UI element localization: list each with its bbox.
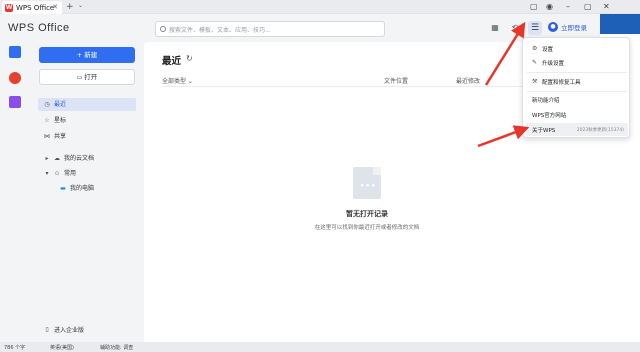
annotation-arrows xyxy=(477,21,530,148)
arrow-to-menu xyxy=(484,21,526,86)
arrow-to-about xyxy=(477,125,530,148)
